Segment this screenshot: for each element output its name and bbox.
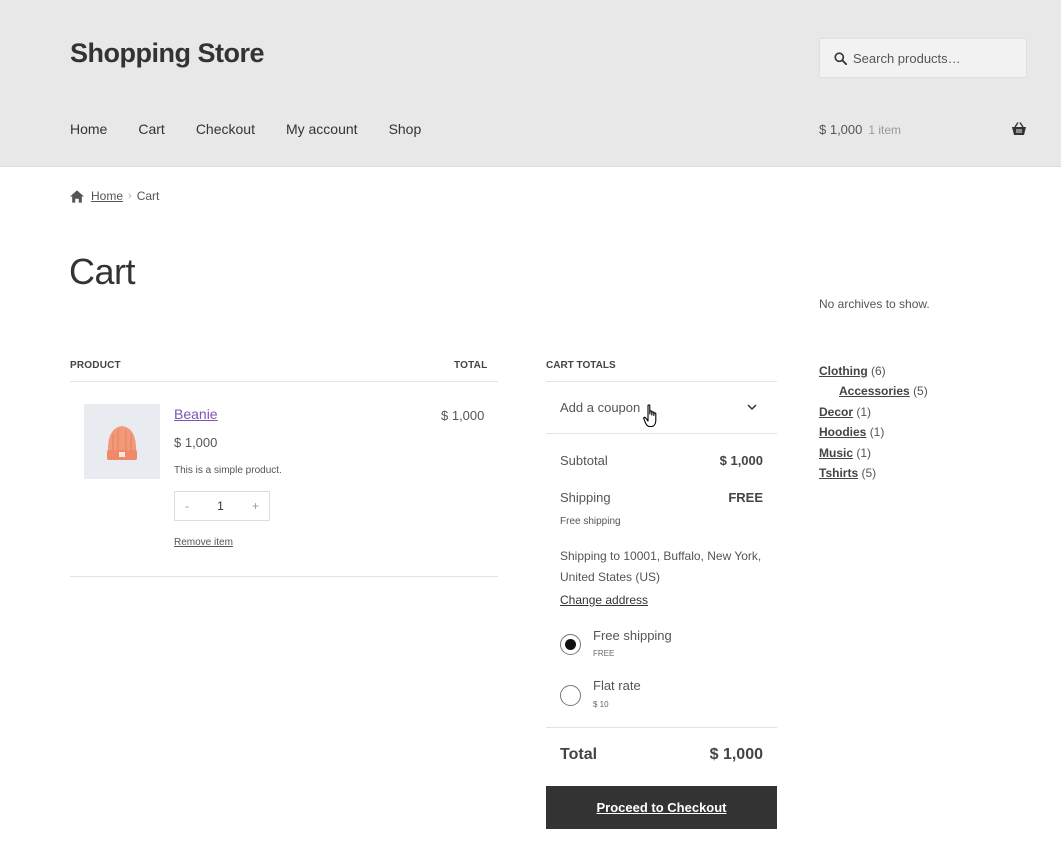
category-item: Music (1) xyxy=(819,445,928,465)
hand-pointer-cursor-icon xyxy=(643,404,657,428)
category-item: Accessories (5) xyxy=(819,383,928,403)
search-box[interactable] xyxy=(819,38,1027,78)
add-coupon-label: Add a coupon xyxy=(560,400,641,415)
breadcrumb: Home › Cart xyxy=(70,189,159,203)
category-link-decor[interactable]: Decor xyxy=(819,405,853,419)
subtotal-row: Subtotal $ 1,000 xyxy=(560,453,763,468)
search-input[interactable] xyxy=(853,50,1013,66)
quantity-increase-button[interactable]: + xyxy=(252,499,259,513)
category-count: (5) xyxy=(913,384,928,399)
product-categories: Clothing (6) Accessories (5) Decor (1) H… xyxy=(819,363,928,485)
breadcrumb-current: Cart xyxy=(136,189,160,203)
proceed-to-checkout-button[interactable]: Proceed to Checkout xyxy=(546,786,777,829)
category-link-accessories[interactable]: Accessories xyxy=(839,384,910,398)
category-item: Decor (1) xyxy=(819,404,928,424)
nav-my-account[interactable]: My account xyxy=(286,121,358,137)
change-address-link[interactable]: Change address xyxy=(560,593,648,607)
category-count: (1) xyxy=(856,445,872,460)
breadcrumb-separator-icon: › xyxy=(128,190,132,202)
site-title[interactable]: Shopping Store xyxy=(70,38,264,69)
category-item: Tshirts (5) xyxy=(819,465,928,485)
category-link-music[interactable]: Music xyxy=(819,446,853,460)
home-icon xyxy=(70,189,84,203)
page-title: Cart xyxy=(69,251,136,292)
quantity-stepper: - 1 + xyxy=(174,491,270,521)
cart-totals-title: CART TOTALS xyxy=(546,360,616,371)
order-total-row: Total $ 1,000 xyxy=(560,746,763,764)
category-link-hoodies[interactable]: Hoodies xyxy=(819,425,866,439)
category-count: (6) xyxy=(871,364,886,378)
nav-checkout[interactable]: Checkout xyxy=(196,121,255,137)
category-count: (5) xyxy=(861,465,877,480)
free-shipping-radio[interactable] xyxy=(560,634,581,655)
site-header: Shopping Store Home Cart Checkout My acc… xyxy=(0,0,1061,167)
shipping-label: Shipping xyxy=(560,490,611,505)
flat-rate-radio[interactable] xyxy=(560,685,581,706)
category-link-tshirts[interactable]: Tshirts xyxy=(819,466,858,480)
quantity-decrease-button[interactable]: - xyxy=(185,499,189,513)
category-item: Hoodies (1) xyxy=(819,424,928,444)
category-count: (1) xyxy=(869,425,885,440)
quantity-input[interactable]: 1 xyxy=(217,499,224,513)
beanie-image xyxy=(107,425,137,460)
archives-widget: No archives to show. xyxy=(819,297,930,311)
nav-home[interactable]: Home xyxy=(70,121,107,137)
subtotal-label: Subtotal xyxy=(560,453,608,468)
basket-icon[interactable] xyxy=(1011,121,1027,137)
flat-rate-label[interactable]: Flat rate xyxy=(593,678,641,693)
product-name-link[interactable]: Beanie xyxy=(174,406,218,422)
line-total: $ 1,000 xyxy=(441,408,485,423)
chevron-down-icon xyxy=(747,404,757,411)
free-shipping-label[interactable]: Free shipping xyxy=(593,628,672,643)
table-divider xyxy=(70,381,498,382)
total-divider xyxy=(546,727,777,728)
total-value: $ 1,000 xyxy=(709,746,763,763)
flat-rate-price: $ 10 xyxy=(593,700,609,709)
shipping-value: FREE xyxy=(728,490,763,505)
product-description: This is a simple product. xyxy=(174,465,282,476)
column-header-product: PRODUCT xyxy=(70,360,121,371)
nav-shop[interactable]: Shop xyxy=(389,121,422,137)
category-item: Clothing (6) xyxy=(819,363,928,383)
shipping-row: Shipping FREE xyxy=(560,490,763,505)
category-link-clothing[interactable]: Clothing xyxy=(819,364,868,378)
product-price: $ 1,000 xyxy=(174,435,218,450)
product-thumbnail[interactable] xyxy=(84,404,160,479)
search-icon xyxy=(834,51,847,65)
shipping-destination: Shipping to 10001, Buffalo, New York, Un… xyxy=(560,549,762,584)
breadcrumb-home[interactable]: Home xyxy=(91,189,123,203)
nav-cart[interactable]: Cart xyxy=(138,121,164,137)
remove-item-link[interactable]: Remove item xyxy=(174,537,233,548)
table-bottom-divider xyxy=(70,576,498,577)
mini-cart-count: 1 item xyxy=(868,122,902,137)
column-header-total: TOTAL xyxy=(454,360,488,371)
subtotal-value: $ 1,000 xyxy=(719,453,763,468)
mini-cart-amount: $ 1,000 xyxy=(819,122,863,137)
free-shipping-price: FREE xyxy=(593,649,615,658)
category-count: (1) xyxy=(856,404,872,419)
shipping-method: Free shipping xyxy=(560,516,621,527)
add-coupon-toggle[interactable]: Add a coupon xyxy=(546,382,777,434)
total-label: Total xyxy=(560,746,598,763)
mini-cart[interactable]: $ 1,000 1 item xyxy=(819,122,1027,137)
primary-nav: Home Cart Checkout My account Shop xyxy=(70,121,452,137)
